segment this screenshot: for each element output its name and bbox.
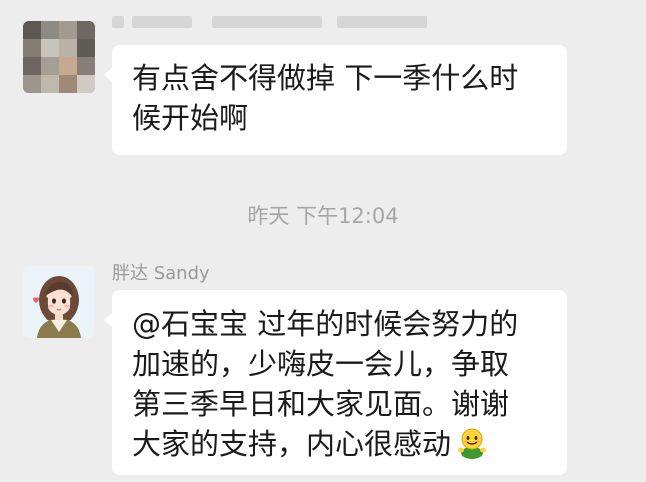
message-text-line: 第三季早日和大家见面。谢谢 xyxy=(132,387,510,421)
timestamp: 昨天 下午12:04 xyxy=(247,204,399,228)
message-text-line: @石宝宝 过年的时候会努力的 xyxy=(132,307,519,341)
message-text-line-with-emoji: 大家的支持，内心很感动 xyxy=(132,424,547,464)
message-text-line: 候开始啊 xyxy=(132,101,249,135)
message-bubble[interactable]: @石宝宝 过年的时候会努力的 加速的，少嗨皮一会儿，争取 第三季早日和大家见面。… xyxy=(104,290,567,475)
message-text-line: 有点舍不得做掉 下一季什么时 xyxy=(132,61,519,95)
sender-name: 胖达 Sandy xyxy=(112,263,210,284)
sender-name-blurred xyxy=(112,12,452,34)
avatar-blurred[interactable] xyxy=(23,21,95,93)
message-text: 大家的支持，内心很感动 xyxy=(132,427,452,461)
message-bubble[interactable]: 有点舍不得做掉 下一季什么时 候开始啊 xyxy=(104,45,567,155)
chat-conversation: 有点舍不得做掉 下一季什么时 候开始啊 昨天 下午12:04 胖达 Sandy … xyxy=(0,0,646,482)
avatar-cartoon-girl[interactable] xyxy=(23,266,95,338)
green-smiley-emoji-icon xyxy=(455,426,489,460)
message-text-line: 加速的，少嗨皮一会儿，争取 xyxy=(132,347,510,381)
